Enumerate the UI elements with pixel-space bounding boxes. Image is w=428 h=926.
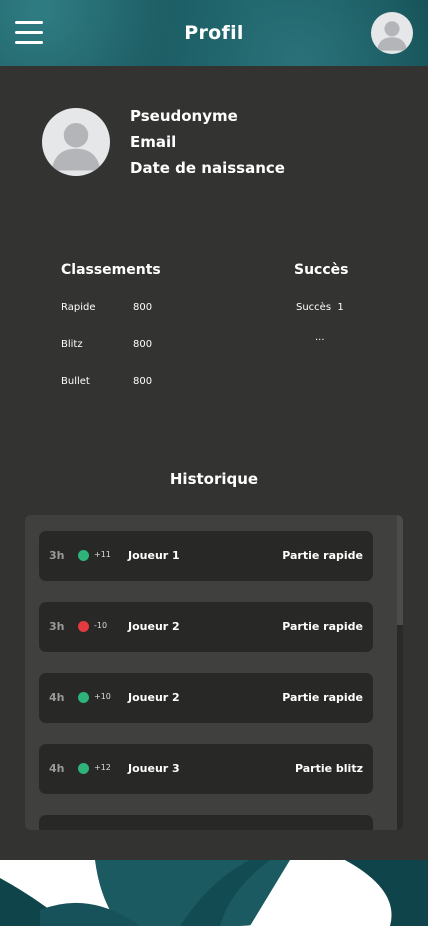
achievement-item: Succès 1 (296, 302, 344, 313)
rating-delta: -10 (94, 621, 108, 630)
win-dot-icon (78, 692, 89, 703)
page-title: Profil (184, 22, 244, 44)
rating-delta: +10 (94, 692, 111, 701)
history-scrollbar[interactable] (397, 515, 403, 830)
profile-info: Pseudonyme Email Date de naissance (130, 106, 285, 184)
ranking-row-bullet: Bullet 800 (61, 376, 152, 387)
history-title: Historique (169, 470, 259, 488)
game-mode: Partie blitz (294, 762, 363, 775)
email-label: Email (130, 133, 177, 151)
ranking-label: Rapide (61, 302, 96, 313)
profile-avatar-icon (42, 108, 110, 176)
history-row[interactable]: 3h -10 Joueur 2 Partie rapide (39, 602, 373, 652)
win-dot-icon (78, 763, 89, 774)
birthdate-label: Date de naissance (130, 159, 285, 177)
scrollbar-thumb[interactable] (397, 515, 403, 625)
game-mode: Partie rapide (282, 549, 363, 562)
history-row[interactable]: 4h +12 Joueur 3 Partie blitz (39, 744, 373, 794)
game-time: 3h (49, 549, 65, 562)
game-time: 4h (49, 691, 65, 704)
opponent-name: Joueur 1 (128, 549, 180, 562)
game-time: 4h (49, 762, 65, 775)
game-time: 3h (49, 620, 65, 633)
rating-delta: +11 (94, 550, 111, 559)
history-list[interactable]: 3h +11 Joueur 1 Partie rapide 3h -10 Jou… (25, 515, 403, 830)
history-row[interactable]: 4h +10 Joueur 2 Partie rapide (39, 673, 373, 723)
game-mode: Partie rapide (282, 691, 363, 704)
win-dot-icon (78, 550, 89, 561)
ranking-label: Bullet (61, 376, 90, 387)
ranking-value: 800 (133, 339, 153, 350)
app-header: Profil (0, 0, 428, 66)
achievements-title: Succès (294, 262, 349, 278)
opponent-name: Joueur 2 (128, 620, 180, 633)
pseudonyme-label: Pseudonyme (130, 107, 238, 125)
ranking-row-rapide: Rapide 800 (61, 302, 152, 313)
achievement-more: ... (315, 332, 325, 343)
ranking-value: 800 (133, 302, 153, 313)
opponent-name: Joueur 2 (128, 691, 180, 704)
decorative-background (0, 860, 428, 926)
rating-delta: +12 (94, 763, 111, 772)
loss-dot-icon (78, 621, 89, 632)
ranking-label: Blitz (61, 339, 83, 350)
profile-panel: Pseudonyme Email Date de naissance Class… (0, 66, 428, 860)
user-avatar-icon[interactable] (371, 12, 413, 54)
ranking-value: 800 (133, 376, 153, 387)
ranking-row-blitz: Blitz 800 (61, 339, 152, 350)
rankings-title: Classements (61, 262, 161, 278)
history-row[interactable]: 3h +11 Joueur 1 Partie rapide (39, 531, 373, 581)
opponent-name: Joueur 3 (128, 762, 180, 775)
history-row-partial[interactable] (39, 815, 373, 830)
game-mode: Partie rapide (282, 620, 363, 633)
